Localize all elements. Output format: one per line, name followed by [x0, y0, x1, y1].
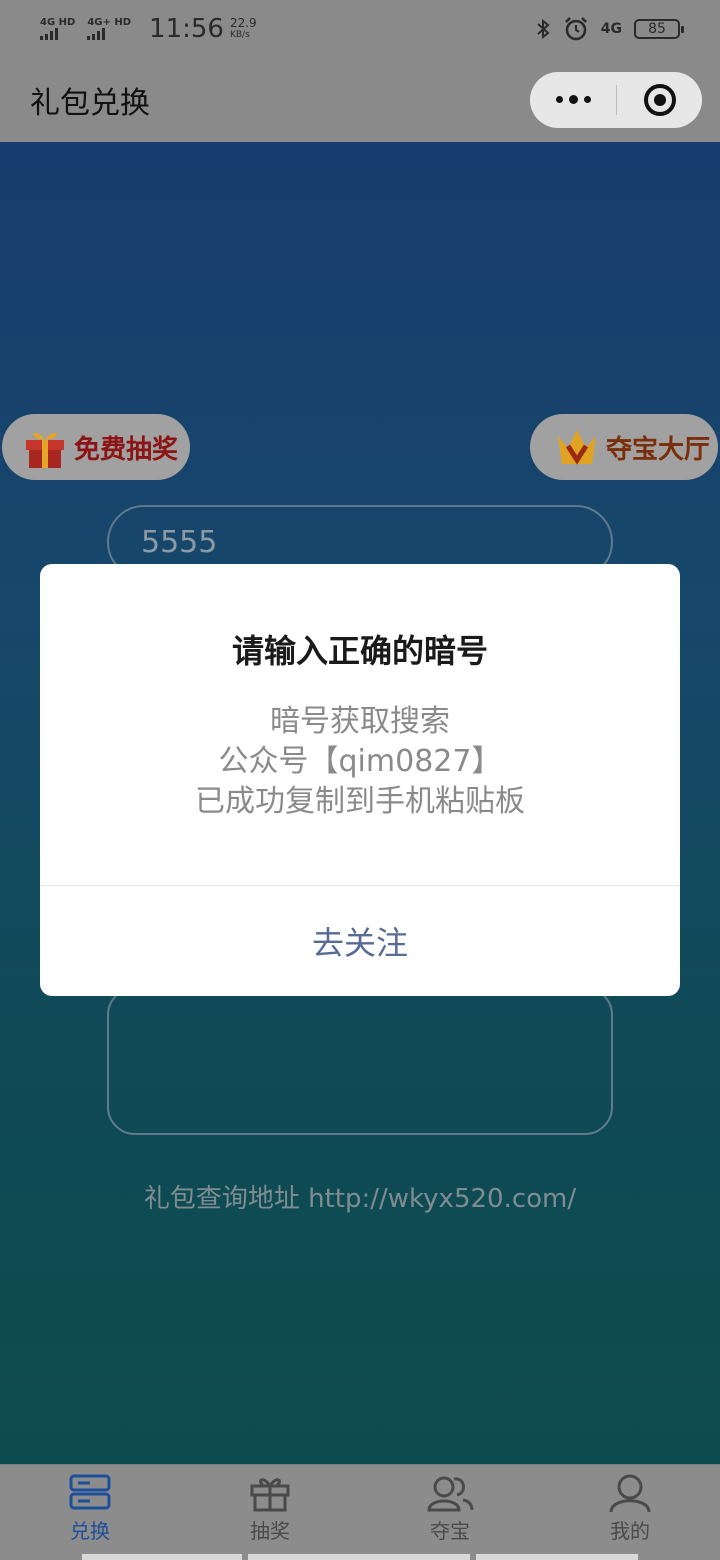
tab-treasure[interactable]: 夺宝	[360, 1465, 540, 1560]
tab-treasure-label: 夺宝	[430, 1519, 470, 1543]
tab-lottery[interactable]: 抽奖	[180, 1465, 360, 1560]
status-bar: 4G HD 4G+ HD 11:56 22.9 KB/s 4G 85	[0, 0, 720, 58]
tab-exchange[interactable]: 兑换	[0, 1465, 180, 1560]
free-lottery-label: 免费抽奖	[74, 434, 179, 465]
treasure-hall-button[interactable]: 夺宝大厅	[530, 414, 718, 480]
battery-indicator: 85	[634, 19, 684, 39]
user-icon	[609, 1474, 651, 1513]
signal-label-1: 4G HD	[40, 17, 76, 28]
tab-mine-label: 我的	[610, 1519, 650, 1543]
net-speed-unit: KB/s	[229, 30, 250, 40]
mini-program-capsule	[530, 72, 702, 128]
go-follow-button[interactable]: 去关注	[40, 886, 680, 996]
dialog-line-2: 公众号【qim0827】	[218, 744, 502, 779]
signal-strength-2: 4G+ HD	[87, 18, 131, 40]
target-close-icon	[643, 84, 676, 116]
tab-lottery-label: 抽奖	[250, 1519, 290, 1543]
title-bar: 礼包兑换	[0, 58, 720, 142]
signal-strength-1: 4G HD	[40, 18, 75, 40]
tab-bar: 兑换 抽奖 夺宝 我的	[0, 1464, 720, 1560]
dialog-message: 暗号获取搜索 公众号【qim0827】 已成功复制到手机粘贴板	[40, 702, 680, 822]
gift-box-icon	[26, 432, 64, 468]
net-speed: 22.9 KB/s	[230, 17, 257, 41]
gift-query-address[interactable]: 礼包查询地址 http://wkyx520.com/	[0, 1178, 720, 1215]
exchange-icon	[69, 1474, 111, 1510]
dialog-line-3: 已成功复制到手机粘贴板	[195, 784, 525, 819]
gift-icon	[250, 1478, 290, 1512]
alert-dialog: 请输入正确的暗号 暗号获取搜索 公众号【qim0827】 已成功复制到手机粘贴板…	[40, 564, 680, 996]
home-indicator-2	[248, 1554, 470, 1560]
network-type: 4G	[600, 21, 622, 37]
bluetooth-icon	[537, 18, 550, 40]
treasure-hall-label: 夺宝大厅	[606, 434, 711, 465]
alarm-icon	[564, 17, 587, 41]
signal-label-2: 4G+ HD	[87, 17, 132, 28]
tab-exchange-label: 兑换	[70, 1519, 110, 1543]
free-lottery-button[interactable]: 免费抽奖	[2, 414, 190, 480]
clock: 11:56	[149, 14, 224, 44]
crown-icon	[558, 430, 596, 465]
people-icon	[427, 1476, 474, 1512]
result-text-area[interactable]	[107, 987, 613, 1135]
net-speed-value: 22.9	[229, 16, 257, 30]
home-indicator-3	[476, 1554, 638, 1560]
dialog-title: 请输入正确的暗号	[231, 632, 488, 670]
tab-mine[interactable]: 我的	[540, 1465, 720, 1560]
close-button[interactable]	[617, 84, 702, 116]
page-title: 礼包兑换	[30, 86, 150, 121]
more-dots-icon[interactable]	[530, 95, 616, 104]
home-indicator-1	[82, 1554, 242, 1560]
dialog-line-1: 暗号获取搜索	[270, 704, 450, 739]
